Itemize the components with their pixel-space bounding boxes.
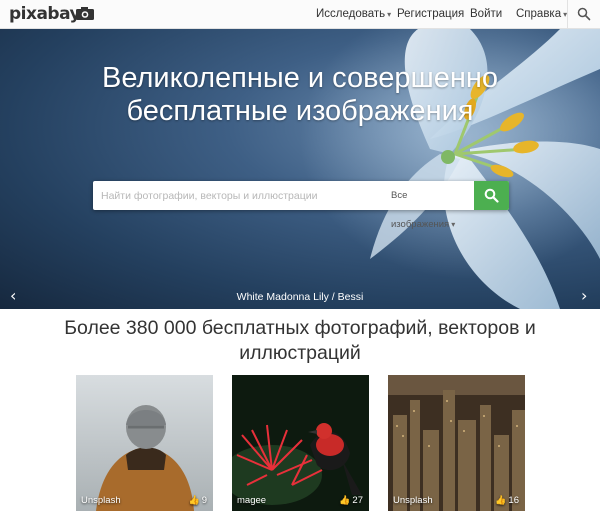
- search-button[interactable]: [474, 181, 509, 210]
- image-tile[interactable]: Unsplash 👍 16: [388, 375, 525, 511]
- tile-likes[interactable]: 👍 9: [188, 495, 207, 506]
- nav-explore-menu[interactable]: Исследовать ▾: [316, 0, 391, 28]
- photo-person-beanie: [76, 375, 213, 511]
- next-arrow-icon[interactable]: ›: [581, 286, 587, 305]
- hero-title-line1: Великолепные и совершенно: [101, 62, 499, 94]
- nav-help-label: Справка: [516, 8, 562, 20]
- nav-divider: [567, 0, 568, 28]
- tile-likes-count: 27: [352, 495, 363, 506]
- tile-likes-count: 16: [508, 495, 519, 506]
- nav-register-link[interactable]: Регистрация: [397, 0, 464, 28]
- prev-arrow-icon[interactable]: ‹: [10, 286, 16, 305]
- tile-author[interactable]: Unsplash: [393, 495, 433, 506]
- nav-register-label: Регистрация: [397, 8, 465, 20]
- photo-red-bird: [232, 375, 369, 511]
- tile-author[interactable]: magee: [237, 495, 266, 506]
- image-type-label: Все изображения: [391, 190, 450, 230]
- nav-explore-label: Исследовать: [316, 8, 386, 20]
- image-type-select[interactable]: Все изображения ▾: [391, 181, 468, 230]
- nav-help-menu[interactable]: Справка ▾: [516, 0, 567, 28]
- tile-likes-count: 9: [201, 495, 207, 506]
- nav-login-label: Войти: [470, 8, 503, 20]
- image-tile[interactable]: magee 👍 27: [232, 375, 369, 511]
- search-bar: Все изображения▾: [93, 181, 509, 230]
- hero-title: Великолепные и совершенно бесплатные изо…: [0, 62, 600, 128]
- image-caption[interactable]: White Madonna Lily / Bessi: [0, 291, 600, 303]
- logo-text: pixabay: [9, 4, 81, 24]
- tile-author[interactable]: Unsplash: [81, 495, 121, 506]
- search-input[interactable]: [93, 181, 395, 210]
- chevron-down-icon: ▾: [387, 10, 392, 19]
- image-tile[interactable]: Unsplash 👍 9: [76, 375, 213, 511]
- thumbs-up-icon: 👍: [495, 495, 507, 505]
- photo-city-skyline: [388, 375, 525, 511]
- search-icon[interactable]: [577, 7, 591, 21]
- chevron-down-icon: ▾: [451, 220, 456, 229]
- hero-banner: Великолепные и совершенно бесплатные изо…: [0, 29, 600, 309]
- camera-icon: [76, 7, 94, 20]
- section-title: Более 380 000 бесплатных фотографий, век…: [64, 317, 536, 364]
- hero-title-line2: бесплатные изображения: [126, 95, 474, 127]
- nav-login-link[interactable]: Войти: [470, 0, 502, 28]
- tile-likes[interactable]: 👍 27: [339, 495, 363, 506]
- top-navbar: pixabay Исследовать ▾ Регистрация Войти С…: [0, 0, 600, 29]
- tile-likes[interactable]: 👍 16: [495, 495, 519, 506]
- thumbs-up-icon: 👍: [339, 495, 351, 505]
- search-icon: [484, 188, 499, 203]
- thumbs-up-icon: 👍: [188, 495, 200, 505]
